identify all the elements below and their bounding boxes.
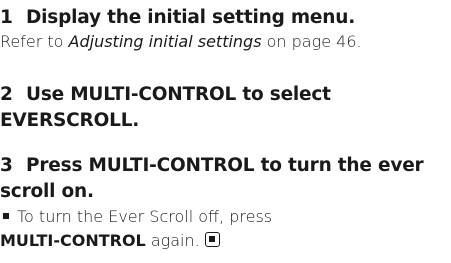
step-2-heading-line2: EVERSCROLL. bbox=[0, 110, 140, 131]
step-3-heading: 3 Press MULTI-CONTROL to turn the ever bbox=[0, 153, 424, 179]
instruction-page: 1 Display the initial setting menu. Refer… bbox=[0, 0, 451, 263]
end-of-section-icon bbox=[204, 232, 220, 247]
step-1-body: Refer to Adjusting initial settings on p… bbox=[0, 31, 362, 53]
step-1-title: Display the initial setting menu. bbox=[26, 7, 356, 28]
step-3-note: To turn the Ever Scroll off, press bbox=[0, 205, 423, 229]
step-2: 2 Use MULTI-CONTROL to select EVERSCROLL. bbox=[0, 82, 331, 134]
bullet-icon bbox=[3, 213, 9, 219]
step-3-note-suffix: again. bbox=[145, 231, 200, 250]
step-3-note-line1: To turn the Ever Scroll off, press bbox=[17, 207, 273, 226]
step-1-number: 1 bbox=[0, 7, 13, 28]
step-2-heading: 2 Use MULTI-CONTROL to select bbox=[0, 82, 331, 108]
step-3-note-line2: MULTI-CONTROL again. bbox=[0, 229, 423, 253]
step-3-number: 3 bbox=[0, 155, 13, 176]
step-3-title-line1: Press MULTI-CONTROL to turn the ever bbox=[26, 155, 424, 176]
step-3-heading-line2: scroll on. bbox=[0, 181, 94, 202]
step-2-number: 2 bbox=[0, 84, 13, 105]
step-1-body-prefix: Refer to bbox=[0, 32, 69, 51]
step-1-heading: 1 Display the initial setting menu. bbox=[0, 5, 362, 31]
step-1-body-suffix: on page 46. bbox=[261, 32, 362, 51]
step-1-reference: Adjusting initial settings bbox=[68, 32, 262, 51]
step-1: 1 Display the initial setting menu. Refer… bbox=[0, 5, 362, 53]
step-3: 3 Press MULTI-CONTROL to turn the ever sc… bbox=[0, 153, 424, 253]
step-2-title-line1: Use MULTI-CONTROL to select bbox=[26, 84, 331, 105]
multi-control-label: MULTI-CONTROL bbox=[0, 231, 146, 250]
